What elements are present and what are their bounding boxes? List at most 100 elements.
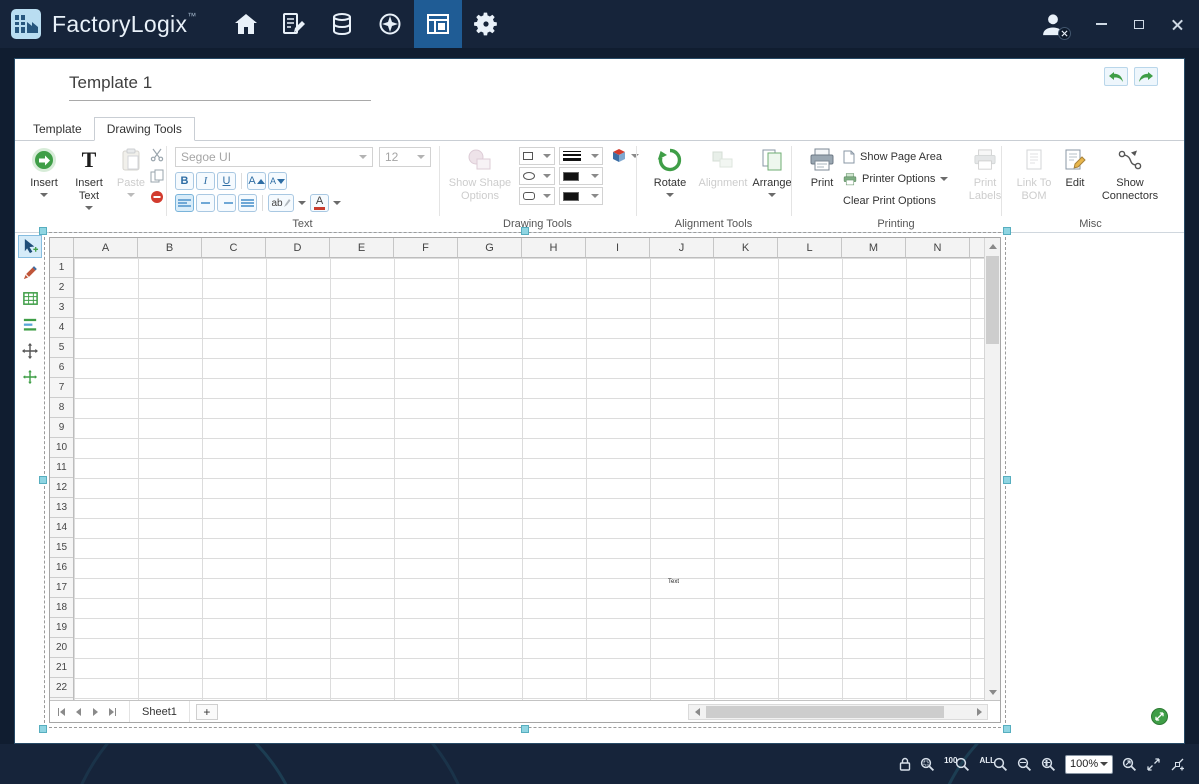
italic-button[interactable]: I	[196, 172, 215, 190]
shrink-font-button[interactable]: A	[268, 172, 287, 190]
rotate-button[interactable]: Rotate	[647, 145, 693, 197]
column-header[interactable]: H	[522, 238, 586, 257]
column-header[interactable]: E	[330, 238, 394, 257]
ellipse-shape-select[interactable]	[519, 167, 555, 185]
show-connectors-button[interactable]: Show Connectors	[1095, 145, 1165, 203]
grow-font-button[interactable]: A	[247, 172, 266, 190]
sheet-cells[interactable]: Text	[74, 258, 984, 700]
fill-color-select[interactable]	[559, 187, 603, 205]
cut-icon[interactable]	[149, 147, 165, 163]
add-sheet-button[interactable]: +	[196, 704, 218, 720]
resize-handle-w[interactable]	[39, 476, 47, 484]
font-size-select[interactable]: 12	[379, 147, 431, 167]
minimize-button[interactable]	[1091, 14, 1111, 34]
row-header[interactable]: 5	[50, 338, 73, 358]
tab-drawing-tools[interactable]: Drawing Tools	[94, 117, 195, 141]
pan-tool-button[interactable]	[18, 365, 42, 388]
close-button[interactable]	[1167, 14, 1187, 34]
anchor-tool-button[interactable]	[18, 339, 42, 362]
clear-print-options-button[interactable]: Clear Print Options	[843, 192, 936, 210]
show-page-area-button[interactable]: Show Page Area	[843, 148, 942, 166]
row-header[interactable]: 7	[50, 378, 73, 398]
row-header[interactable]: 19	[50, 618, 73, 638]
last-sheet-button[interactable]	[104, 703, 121, 721]
user-account-icon[interactable]	[1039, 10, 1067, 38]
sheet-tab[interactable]: Sheet1	[129, 701, 190, 722]
row-header[interactable]: 1	[50, 258, 73, 278]
row-header[interactable]: 8	[50, 398, 73, 418]
insert-button[interactable]: Insert	[23, 145, 65, 197]
compass-icon[interactable]	[366, 0, 414, 48]
resize-handle-se[interactable]	[1003, 725, 1011, 733]
row-header[interactable]: 18	[50, 598, 73, 618]
scroll-left-button[interactable]	[689, 705, 705, 719]
insert-text-button[interactable]: T Insert Text	[67, 145, 111, 210]
undo-button[interactable]	[1104, 67, 1128, 86]
underline-button[interactable]: U	[217, 172, 236, 190]
draw-tool-button[interactable]	[18, 261, 42, 284]
shape-fill-select[interactable]	[607, 147, 643, 165]
fit-view-button[interactable]	[1146, 757, 1161, 772]
zoom-out-button[interactable]	[1017, 757, 1032, 772]
tab-template[interactable]: Template	[21, 118, 94, 140]
select-tool-button[interactable]	[18, 235, 42, 258]
line-style-select[interactable]	[559, 147, 603, 165]
zoom-dynamic-button[interactable]	[1122, 757, 1137, 772]
row-header[interactable]: 13	[50, 498, 73, 518]
row-header[interactable]: 20	[50, 638, 73, 658]
line-color-select[interactable]	[559, 167, 603, 185]
edit-button[interactable]: Edit	[1059, 145, 1091, 190]
lock-view-button[interactable]	[899, 757, 911, 771]
row-header[interactable]: 21	[50, 658, 73, 678]
row-header[interactable]: 16	[50, 558, 73, 578]
remove-icon[interactable]	[149, 189, 165, 205]
printer-options-button[interactable]: Printer Options	[843, 170, 948, 188]
horizontal-scroll-thumb[interactable]	[706, 706, 944, 718]
rounded-shape-select[interactable]	[519, 187, 555, 205]
row-header[interactable]: 22	[50, 678, 73, 698]
column-header[interactable]: K	[714, 238, 778, 257]
horizontal-scrollbar[interactable]	[688, 704, 988, 720]
first-sheet-button[interactable]	[53, 703, 70, 721]
fit-add-button[interactable]	[1170, 757, 1185, 772]
scroll-right-button[interactable]	[971, 705, 987, 719]
zoom-level-select[interactable]: 100%	[1065, 755, 1113, 774]
alignment-button[interactable]: Alignment	[697, 145, 749, 190]
chevron-down-icon[interactable]	[298, 201, 306, 205]
copy-icon[interactable]	[149, 168, 165, 184]
print-button[interactable]: Print	[803, 145, 841, 190]
column-header[interactable]: L	[778, 238, 842, 257]
column-header[interactable]: G	[458, 238, 522, 257]
column-header[interactable]: M	[842, 238, 906, 257]
resize-handle-n[interactable]	[521, 227, 529, 235]
column-header[interactable]: C	[202, 238, 266, 257]
paste-button[interactable]: Paste	[113, 145, 149, 197]
column-header[interactable]: N	[906, 238, 970, 257]
vertical-scroll-track[interactable]	[985, 254, 1000, 684]
vertical-scrollbar[interactable]	[984, 238, 1000, 700]
resize-handle-e[interactable]	[1003, 476, 1011, 484]
align-right-button[interactable]	[217, 194, 236, 212]
templates-icon[interactable]	[414, 0, 462, 48]
row-header[interactable]: 14	[50, 518, 73, 538]
row-header[interactable]: 11	[50, 458, 73, 478]
arrange-button[interactable]: Arrange	[751, 145, 793, 197]
resize-handle-nw[interactable]	[39, 227, 47, 235]
select-all-corner[interactable]	[50, 238, 74, 257]
resize-handle-ne[interactable]	[1003, 227, 1011, 235]
row-header[interactable]: 2	[50, 278, 73, 298]
column-header[interactable]: F	[394, 238, 458, 257]
resize-handle-sw[interactable]	[39, 725, 47, 733]
row-header[interactable]: 4	[50, 318, 73, 338]
zoom-100-button[interactable]: 100	[944, 757, 970, 772]
zoom-all-button[interactable]: ALL	[979, 757, 1008, 772]
row-header[interactable]: 17	[50, 578, 73, 598]
zoom-in-button[interactable]	[1041, 757, 1056, 772]
row-header[interactable]: 12	[50, 478, 73, 498]
column-header[interactable]: A	[74, 238, 138, 257]
link-to-bom-button[interactable]: Link To BOM	[1011, 145, 1057, 203]
column-header[interactable]: J	[650, 238, 714, 257]
scroll-down-button[interactable]	[985, 684, 1000, 700]
chevron-down-icon[interactable]	[333, 201, 341, 205]
font-family-select[interactable]: Segoe UI	[175, 147, 373, 167]
